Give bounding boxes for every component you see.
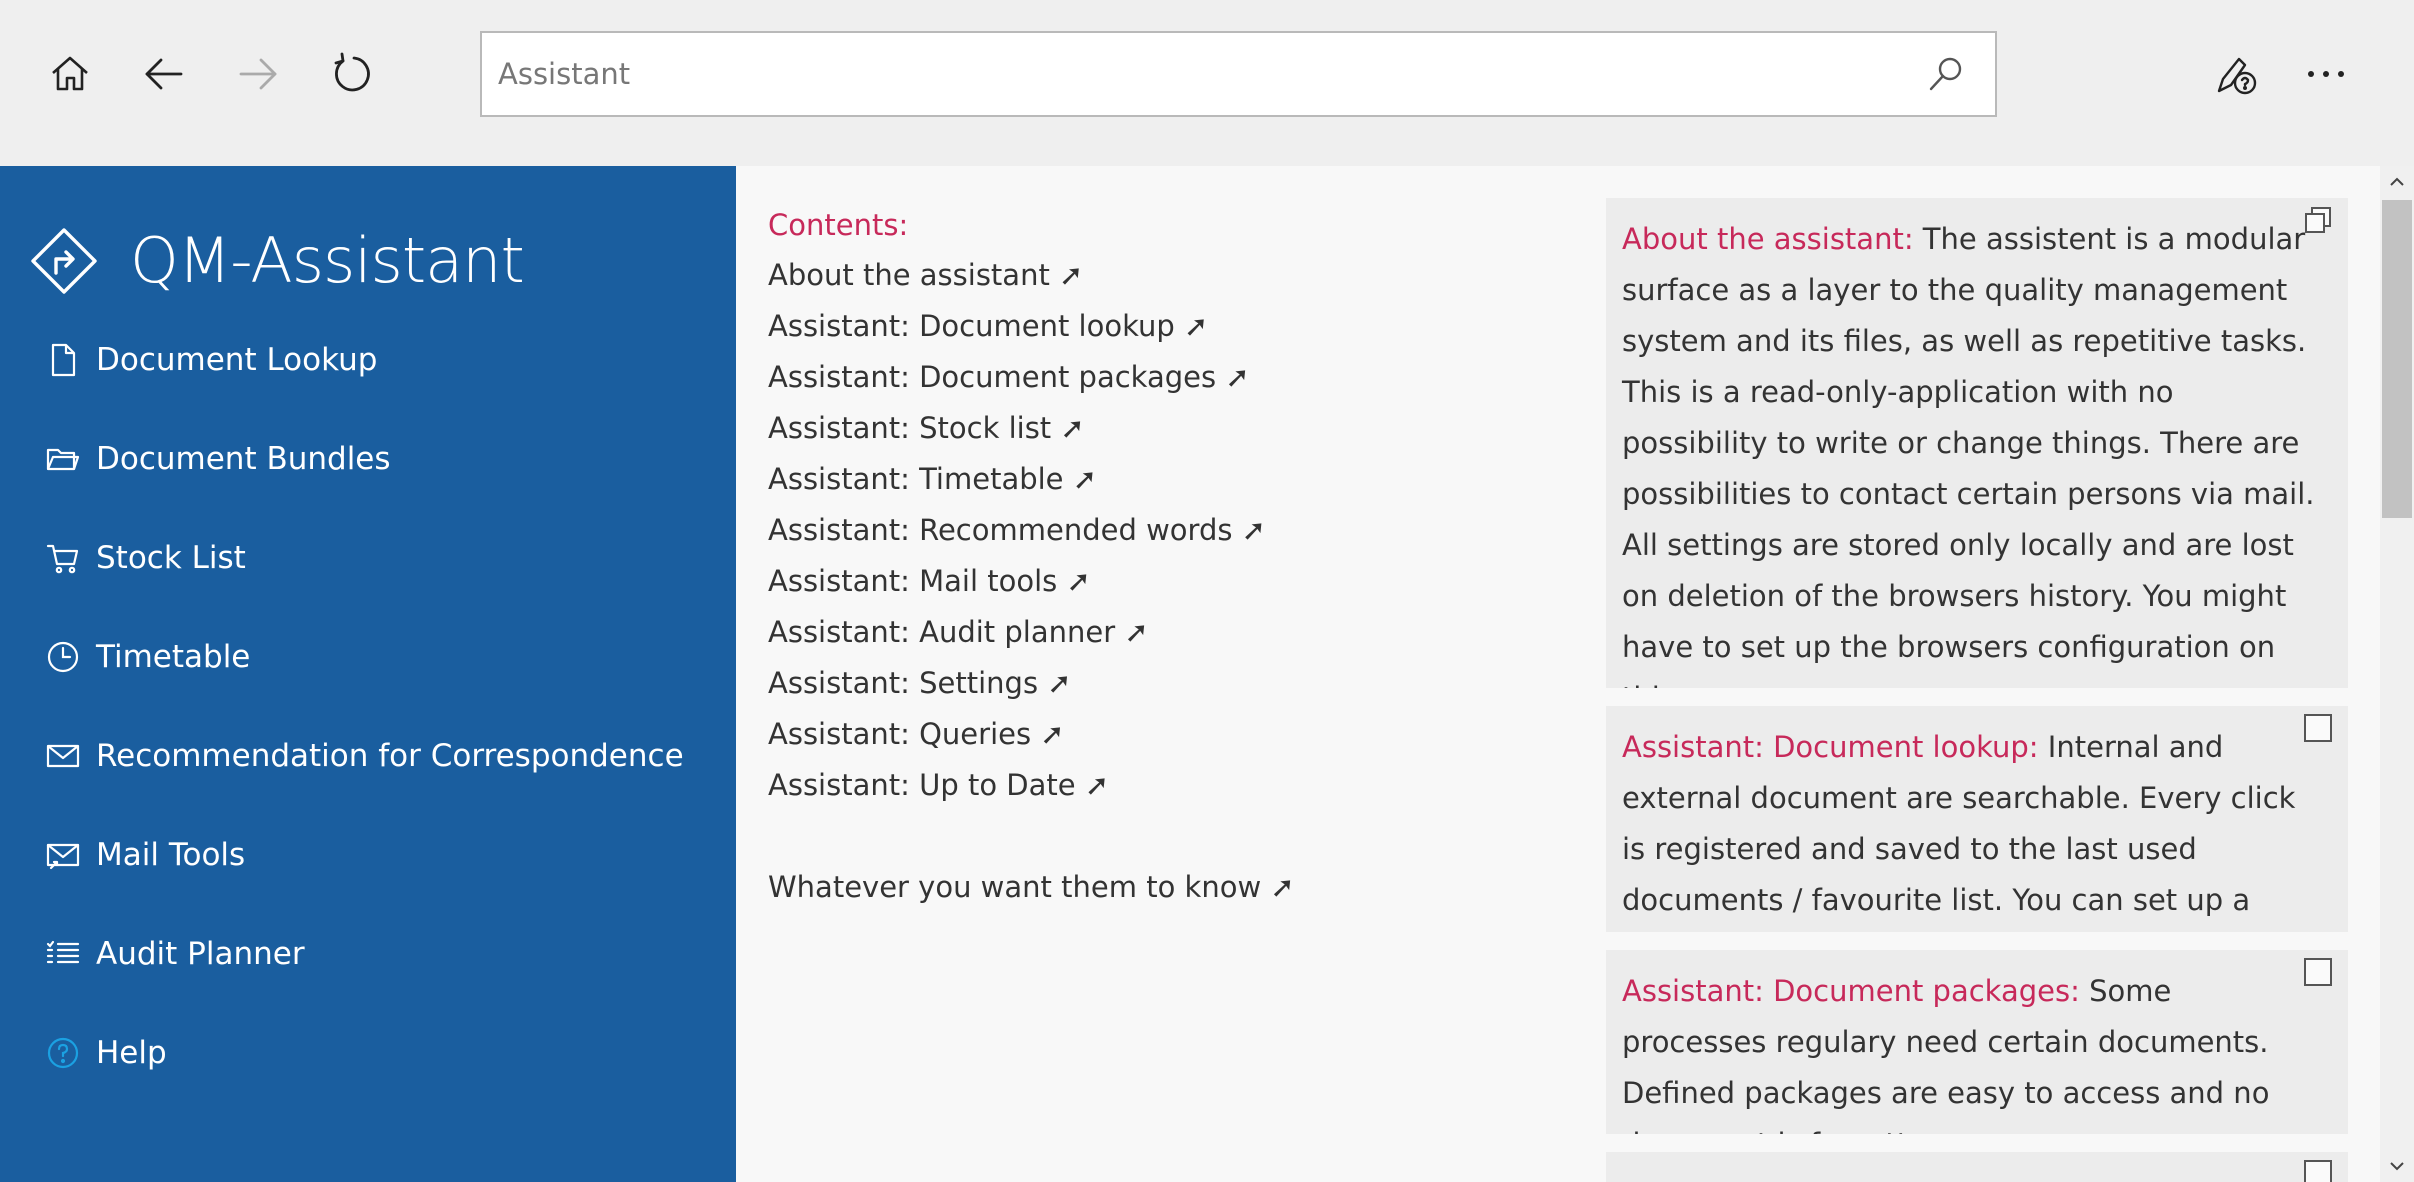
scroll-down-button[interactable] xyxy=(2380,1150,2414,1182)
document-icon xyxy=(51,343,76,377)
sidebar: QM-Assistant Document Lookup Document Bu… xyxy=(0,166,736,1182)
toc-link[interactable]: Assistant: Mail tools ➚ xyxy=(768,564,1091,598)
search-icon[interactable] xyxy=(1927,55,1965,93)
sidebar-item-document-lookup[interactable]: Document Lookup xyxy=(0,324,736,396)
scrollbar-thumb[interactable] xyxy=(2382,200,2412,518)
envelope-icon xyxy=(46,744,80,768)
article-text: Assistant: Document packages: Some proce… xyxy=(1622,966,2324,1134)
help-pen-icon[interactable] xyxy=(2206,44,2266,104)
scroll-up-button[interactable] xyxy=(2380,166,2414,198)
sidebar-item-timetable[interactable]: Timetable xyxy=(0,621,736,693)
cart-icon xyxy=(46,544,79,574)
article-card: About the assistant: The assistent is a … xyxy=(1606,198,2348,688)
toc-link[interactable]: Assistant: Document packages ➚ xyxy=(768,360,1250,394)
toc-link[interactable]: Assistant: Up to Date ➚ xyxy=(768,768,1109,802)
sidebar-item-audit-planner[interactable]: Audit Planner xyxy=(0,918,736,990)
toc-link[interactable]: Assistant: Audit planner ➚ xyxy=(768,615,1149,649)
sidebar-item-label: Recommendation for Correspondence xyxy=(96,738,684,774)
expand-checkbox[interactable] xyxy=(2304,1160,2332,1182)
checklist-icon xyxy=(46,940,80,964)
clock-icon xyxy=(47,641,79,673)
article-heading: Assistant: Document lookup: xyxy=(1622,730,2039,764)
sidebar-item-label: Timetable xyxy=(96,639,251,675)
chevron-down-icon xyxy=(2390,1162,2404,1171)
toc-link[interactable]: Assistant: Document lookup ➚ xyxy=(768,309,1208,343)
article-text: Assistant: Document lookup: Internal and… xyxy=(1622,722,2324,932)
sidebar-item-label: Help xyxy=(96,1035,167,1071)
article-card: Assistant: Document lookup: Internal and… xyxy=(1606,706,2348,932)
home-icon[interactable] xyxy=(40,44,100,104)
toc-link[interactable]: Assistant: Recommended words ➚ xyxy=(768,513,1266,547)
article-text: About the assistant: The assistent is a … xyxy=(1622,214,2324,688)
forward-arrow-icon[interactable] xyxy=(228,44,288,104)
articles-panel: About the assistant: The assistent is a … xyxy=(1574,166,2380,1182)
search-input[interactable] xyxy=(498,33,1898,115)
help-icon xyxy=(47,1037,79,1069)
refresh-icon[interactable] xyxy=(322,44,382,104)
toc-link[interactable]: Assistant: Stock list ➚ xyxy=(768,411,1085,445)
app-title: QM-Assistant xyxy=(130,224,525,297)
article-card: Assistant: Document packages: Some proce… xyxy=(1606,950,2348,1134)
chevron-up-icon xyxy=(2390,177,2404,186)
toc-link-custom[interactable]: Whatever you want them to know ➚ xyxy=(768,870,1295,904)
sidebar-item-label: Document Lookup xyxy=(96,342,378,378)
sidebar-item-mail-tools[interactable]: Mail Tools xyxy=(0,819,736,891)
brand[interactable]: QM-Assistant xyxy=(30,224,525,297)
expand-checkbox[interactable] xyxy=(2304,958,2332,986)
mail-tools-icon xyxy=(46,843,80,870)
sidebar-item-recommendation-for-correspondence[interactable]: Recommendation for Correspondence xyxy=(0,720,736,792)
restore-window-icon[interactable] xyxy=(2302,204,2334,236)
sidebar-item-label: Stock List xyxy=(96,540,246,576)
back-arrow-icon[interactable] xyxy=(134,44,194,104)
article-heading: Assistant: Document packages: xyxy=(1622,974,2080,1008)
article-heading: About the assistant: xyxy=(1622,222,1914,256)
folder-icon xyxy=(46,448,80,471)
search-box xyxy=(480,31,1997,117)
browser-toolbar xyxy=(0,0,2414,166)
sidebar-item-help[interactable]: Help xyxy=(0,1017,736,1089)
article-card xyxy=(1606,1152,2348,1182)
sidebar-item-label: Document Bundles xyxy=(96,441,391,477)
contents-panel: Contents: About the assistant ➚ Assistan… xyxy=(736,166,1574,1182)
toc-link[interactable]: Assistant: Timetable ➚ xyxy=(768,462,1097,496)
toc-link[interactable]: Assistant: Settings ➚ xyxy=(768,666,1072,700)
expand-checkbox[interactable] xyxy=(2304,714,2332,742)
toc-link[interactable]: About the assistant ➚ xyxy=(768,258,1083,292)
sidebar-item-stock-list[interactable]: Stock List xyxy=(0,522,736,594)
vertical-scrollbar[interactable] xyxy=(2380,166,2414,1182)
article-body: The assistent is a modular surface as a … xyxy=(1622,222,2315,688)
sidebar-item-document-bundles[interactable]: Document Bundles xyxy=(0,423,736,495)
more-icon[interactable] xyxy=(2296,44,2356,104)
directions-logo-icon xyxy=(31,227,97,294)
toc-link[interactable]: Assistant: Queries ➚ xyxy=(768,717,1065,751)
contents-heading: Contents: xyxy=(768,208,909,242)
sidebar-item-label: Audit Planner xyxy=(96,936,305,972)
sidebar-item-label: Mail Tools xyxy=(96,837,246,873)
